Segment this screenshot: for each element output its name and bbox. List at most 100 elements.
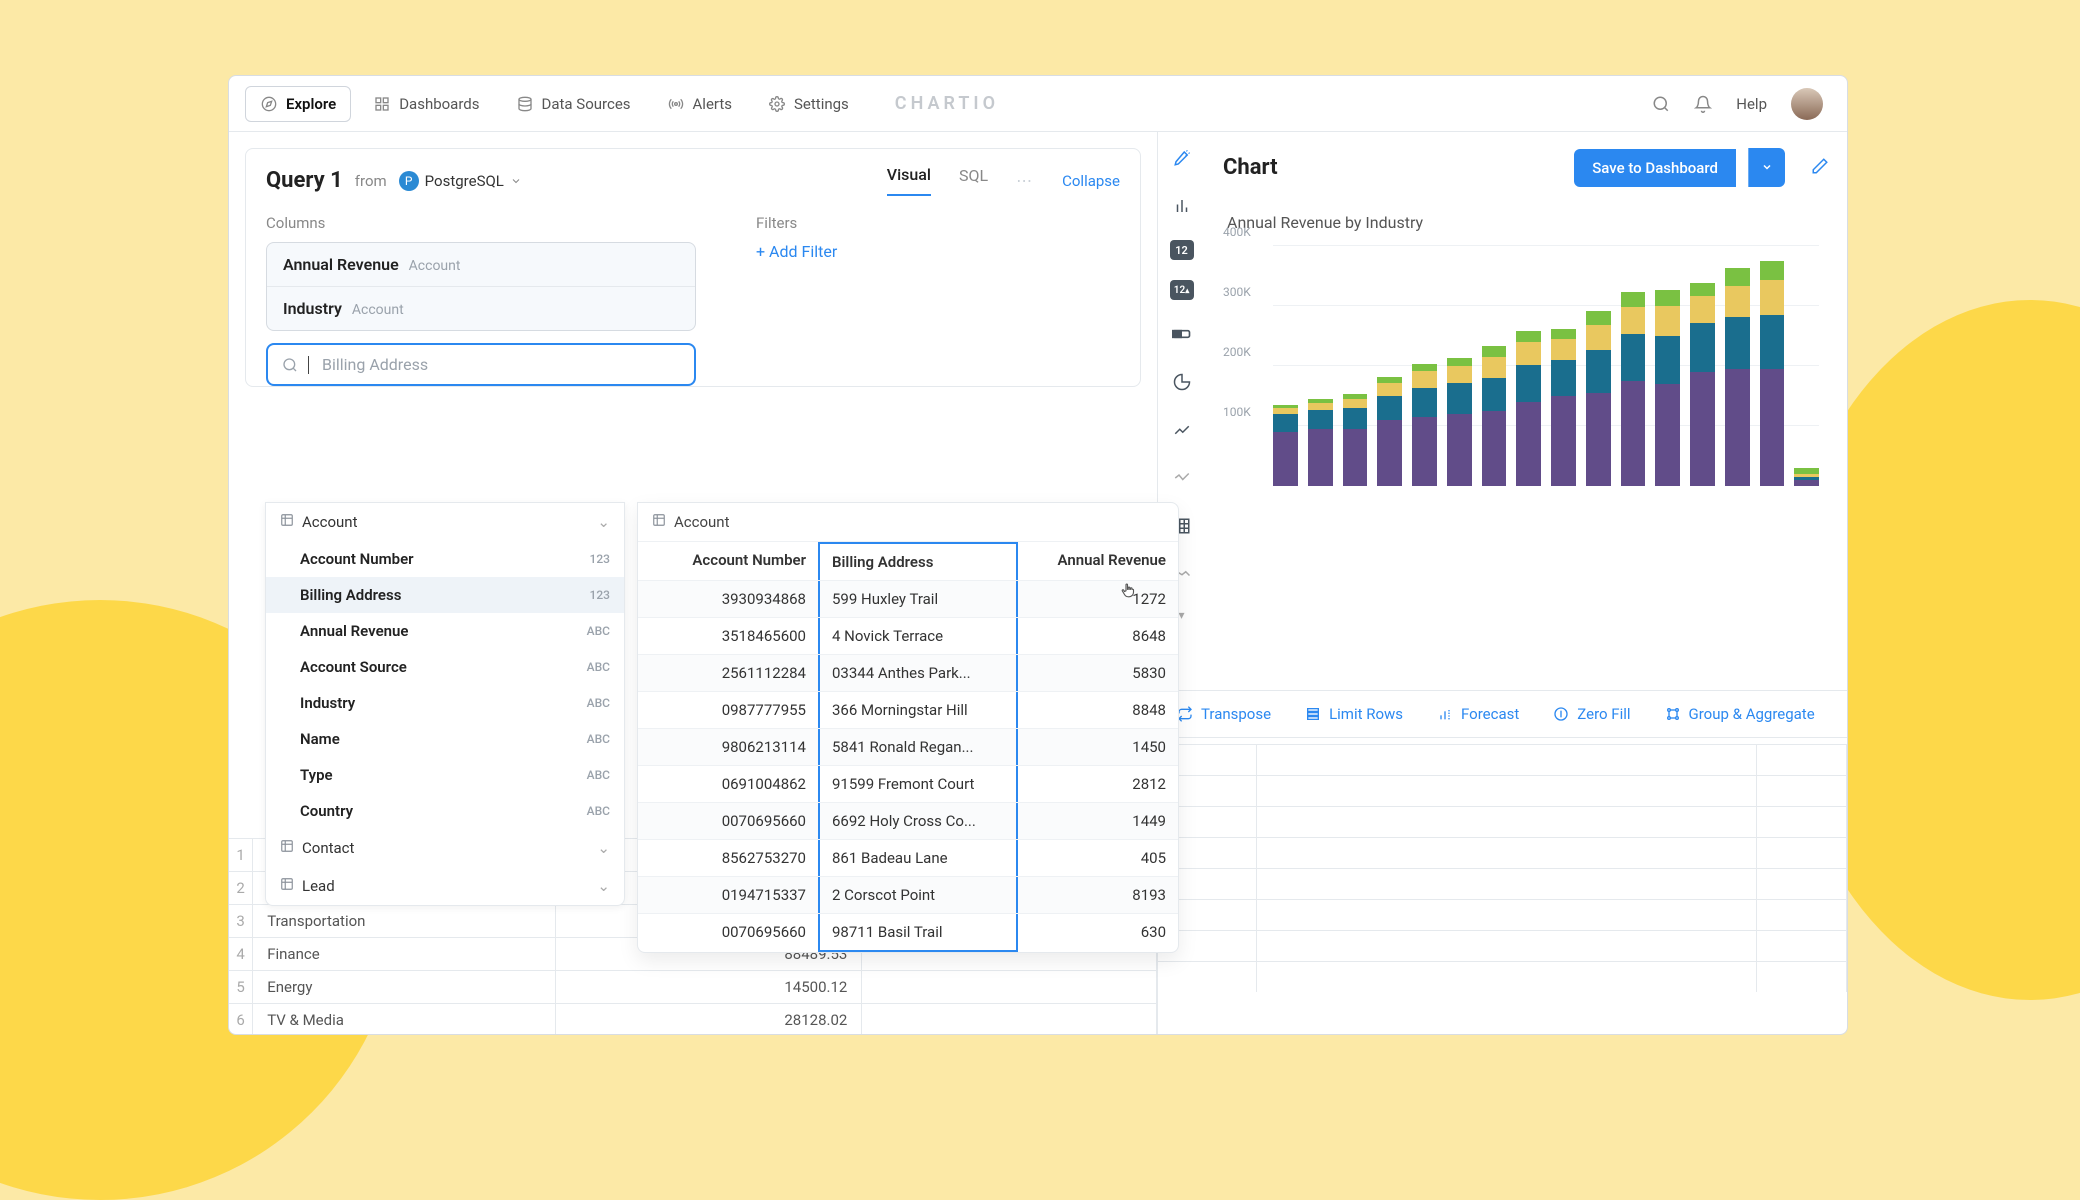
wand-icon[interactable] (1168, 144, 1196, 172)
field-label: Annual Revenue (300, 622, 408, 640)
field-label: Country (300, 802, 353, 820)
column-search-input[interactable]: Billing Address (266, 343, 696, 386)
column-pill[interactable]: Annual Revenue Account (267, 243, 695, 287)
industry-cell: Transportation (253, 905, 556, 937)
preview-cell: 366 Morningstar Hill (818, 692, 1018, 728)
tree-field[interactable]: CountryABC (266, 793, 624, 829)
chart-bar[interactable] (1308, 399, 1333, 486)
field-label: Account Source (300, 658, 407, 676)
row-number: 2 (229, 872, 253, 904)
chart-bar[interactable] (1551, 329, 1576, 486)
save-to-dashboard-button[interactable]: Save to Dashboard (1574, 149, 1736, 187)
grid-icon (373, 95, 391, 113)
brand-logo: CHARTIO (895, 93, 999, 114)
kpi-trend-icon[interactable]: 12▴ (1170, 280, 1194, 300)
chart-bar[interactable] (1621, 292, 1646, 486)
tree-field[interactable]: IndustryABC (266, 685, 624, 721)
transpose-button[interactable]: Transpose (1177, 705, 1271, 723)
query-title: Query 1 (266, 168, 343, 193)
spark-icon[interactable] (1168, 464, 1196, 492)
kpi-icon[interactable]: 12 (1170, 240, 1194, 260)
type-badge: ABC (587, 732, 610, 746)
limit-rows-button[interactable]: Limit Rows (1305, 705, 1403, 723)
search-icon (282, 357, 298, 373)
chart-bar[interactable] (1343, 394, 1368, 486)
column-pill[interactable]: Industry Account (267, 287, 695, 330)
postgres-icon: P (399, 171, 419, 191)
chart-bar[interactable] (1482, 346, 1507, 486)
tree-field[interactable]: NameABC (266, 721, 624, 757)
tree-field[interactable]: Account Number123 (266, 541, 624, 577)
tree-group[interactable]: Contact⌄ (266, 829, 624, 867)
nav-explore[interactable]: Explore (245, 86, 351, 122)
tree-field[interactable]: Annual RevenueABC (266, 613, 624, 649)
chart-bar[interactable] (1377, 377, 1402, 486)
preview-cell: 9806213114 (638, 729, 818, 765)
chart-caption: Annual Revenue by Industry (1227, 213, 1829, 232)
preview-header[interactable]: Billing Address (818, 542, 1018, 580)
preview-cell: 0987777955 (638, 692, 818, 728)
tab-visual[interactable]: Visual (887, 165, 931, 196)
columns-heading: Columns (266, 214, 696, 232)
chart-bar[interactable] (1273, 405, 1298, 486)
type-badge: ABC (587, 696, 610, 710)
chart-bar[interactable] (1725, 268, 1750, 486)
chevron-down-icon[interactable]: ▾ (1178, 608, 1184, 622)
nav-data-sources[interactable]: Data Sources (502, 87, 645, 121)
data-source-dropdown[interactable]: P PostgreSQL (399, 171, 522, 191)
preview-cell: 1272 (1018, 581, 1178, 617)
drag-handle-icon[interactable]: ⋯ (1016, 171, 1034, 190)
tree-field[interactable]: Account SourceABC (266, 649, 624, 685)
chart-bar[interactable] (1447, 358, 1472, 486)
bar-chart-icon[interactable] (1168, 192, 1196, 220)
line-chart-icon[interactable] (1168, 416, 1196, 444)
preview-row: 3930934868599 Huxley Trail1272 (638, 580, 1178, 617)
tree-field[interactable]: TypeABC (266, 757, 624, 793)
preview-header[interactable]: Account Number (638, 542, 818, 580)
nav-dashboards[interactable]: Dashboards (359, 87, 493, 121)
tree-group-label: Lead (302, 877, 335, 895)
preview-cell: 5841 Ronald Regan... (818, 729, 1018, 765)
chart-bar[interactable] (1516, 331, 1541, 486)
nav-settings[interactable]: Settings (754, 87, 863, 121)
chevron-down-icon (1761, 161, 1773, 173)
group-aggregate-button[interactable]: Group & Aggregate (1665, 705, 1815, 723)
help-link[interactable]: Help (1736, 95, 1767, 113)
pie-icon[interactable] (1168, 368, 1196, 396)
field-label: Billing Address (300, 586, 401, 604)
chart-bar[interactable] (1794, 468, 1819, 486)
chart-bar[interactable] (1760, 261, 1785, 486)
avatar[interactable] (1791, 88, 1823, 120)
preview-header[interactable]: Annual Revenue (1018, 542, 1178, 580)
save-dropdown-button[interactable] (1748, 148, 1785, 187)
preview-cell: 8648 (1018, 618, 1178, 654)
collapse-link[interactable]: Collapse (1062, 172, 1120, 190)
nav-alerts[interactable]: Alerts (653, 87, 747, 121)
tree-group[interactable]: Account⌄ (266, 503, 624, 541)
revenue-cell: 28128.02 (556, 1004, 862, 1035)
tree-field[interactable]: Billing Address123 (266, 577, 624, 613)
zero-fill-button[interactable]: Zero Fill (1553, 705, 1630, 723)
chart-bar[interactable] (1586, 311, 1611, 486)
chart-bar[interactable] (1412, 364, 1437, 486)
forecast-button[interactable]: Forecast (1437, 705, 1519, 723)
tab-sql[interactable]: SQL (959, 166, 988, 195)
progress-icon[interactable] (1168, 320, 1196, 348)
chart-canvas: 100K200K300K400K (1273, 246, 1819, 486)
nav-alerts-label: Alerts (693, 95, 733, 113)
field-label: Account Number (300, 550, 414, 568)
preview-cell: 5830 (1018, 655, 1178, 691)
edit-icon[interactable] (1811, 157, 1829, 179)
tree-group[interactable]: Lead⌄ (266, 867, 624, 905)
bell-icon[interactable] (1694, 95, 1712, 113)
chart-bar[interactable] (1690, 283, 1715, 486)
row-number: 5 (229, 971, 253, 1003)
add-filter-button[interactable]: + Add Filter (756, 242, 837, 261)
preview-row: 069100486291599 Fremont Court2812 (638, 765, 1178, 802)
table-icon (280, 839, 294, 857)
preview-cell: 2812 (1018, 766, 1178, 802)
chart-bar[interactable] (1655, 290, 1680, 486)
preview-cell: 91599 Fremont Court (818, 766, 1018, 802)
preview-cell: 0070695660 (638, 803, 818, 839)
search-icon[interactable] (1652, 95, 1670, 113)
